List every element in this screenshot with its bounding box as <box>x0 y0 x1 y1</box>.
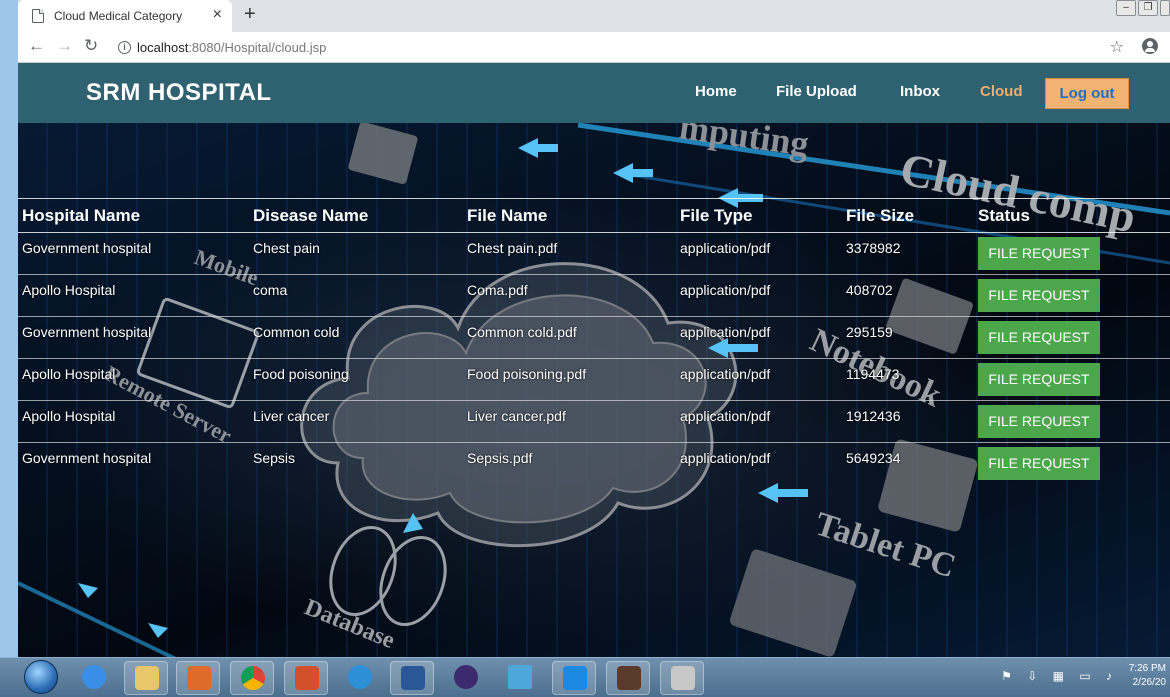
explorer-icon[interactable] <box>124 661 168 695</box>
cell-file-size: 5649234 <box>846 450 901 466</box>
clock[interactable]: 7:26 PM 2/26/20 <box>1129 662 1166 690</box>
table-row: Apollo Hospital coma Coma.pdf applicatio… <box>18 275 1170 317</box>
file-request-button[interactable]: FILE REQUEST <box>978 405 1100 438</box>
cell-hospital: Apollo Hospital <box>22 282 116 298</box>
cell-file-type: application/pdf <box>680 282 771 298</box>
table-header: Hospital Name Disease Name File Name Fil… <box>18 198 1170 233</box>
page: Cloud comp mputing Notebook Tablet PC Da… <box>18 63 1170 660</box>
cell-file-name: Food poisoning.pdf <box>467 366 587 382</box>
table-row: Apollo Hospital Food poisoning Food pois… <box>18 359 1170 401</box>
cell-file-name: Liver cancer.pdf <box>467 408 566 424</box>
file-request-button[interactable]: FILE REQUEST <box>978 363 1100 396</box>
cell-file-name: Sepsis.pdf <box>467 450 533 466</box>
file-request-button[interactable]: FILE REQUEST <box>978 447 1100 480</box>
cell-file-type: application/pdf <box>680 240 771 256</box>
cell-file-size: 1912436 <box>846 408 901 424</box>
window-controls: – ❐ <box>1116 0 1170 16</box>
bg-database-text: Database <box>301 594 399 654</box>
word-icon[interactable] <box>390 661 434 695</box>
nav-inbox[interactable]: Inbox <box>900 83 940 100</box>
taskbar: ⚑ ⇩ ▦ ▭ ♪ 7:26 PM 2/26/20 <box>0 657 1170 697</box>
table-row: Government hospital Sepsis Sepsis.pdf ap… <box>18 443 1170 485</box>
col-file-type: File Type <box>680 206 753 225</box>
file-request-button[interactable]: FILE REQUEST <box>978 321 1100 354</box>
cell-file-type: application/pdf <box>680 450 771 466</box>
page-icon <box>32 9 44 23</box>
close-tab-icon[interactable]: × <box>213 6 222 24</box>
nav-cloud[interactable]: Cloud <box>980 83 1023 100</box>
table-row: Government hospital Common cold Common c… <box>18 317 1170 359</box>
clock-date: 2/26/20 <box>1132 677 1166 688</box>
logout-button[interactable]: Log out <box>1045 78 1129 109</box>
col-disease-name: Disease Name <box>253 206 369 225</box>
cell-disease: coma <box>253 282 288 298</box>
app-icon[interactable] <box>606 661 650 695</box>
cell-file-type: application/pdf <box>680 324 771 340</box>
url-path: :8080/Hospital/cloud.jsp <box>188 40 327 55</box>
cell-hospital: Government hospital <box>22 240 152 256</box>
site-header: SRM HOSPITAL Home File Upload Inbox Clou… <box>18 63 1170 123</box>
forward-icon[interactable]: → <box>56 36 73 56</box>
new-tab-icon[interactable]: + <box>244 3 256 26</box>
media-player-icon[interactable] <box>338 661 382 695</box>
col-status: Status <box>978 206 1030 225</box>
nav-file-upload[interactable]: File Upload <box>776 83 857 100</box>
profile-icon[interactable] <box>1142 38 1158 54</box>
desktop-edge <box>0 0 18 660</box>
cell-hospital: Apollo Hospital <box>22 408 116 424</box>
cell-hospital: Government hospital <box>22 450 152 466</box>
bookmark-star-icon[interactable]: ☆ <box>1110 37 1124 57</box>
clock-time: 7:26 PM <box>1128 663 1166 674</box>
col-file-size: File Size <box>846 206 915 225</box>
paint-icon[interactable] <box>660 661 704 695</box>
cell-file-size: 295159 <box>846 324 893 340</box>
table-row: Apollo Hospital Liver cancer Liver cance… <box>18 401 1170 443</box>
cell-hospital: Government hospital <box>22 324 152 340</box>
browser-tab[interactable]: Cloud Medical Category × <box>18 0 232 32</box>
powerpoint-icon[interactable] <box>284 661 328 695</box>
file-request-button[interactable]: FILE REQUEST <box>978 279 1100 312</box>
system-tray-icons[interactable]: ⚑ ⇩ ▦ ▭ ♪ <box>1001 669 1118 683</box>
cell-file-name: Coma.pdf <box>467 282 528 298</box>
cell-disease: Chest pain <box>253 240 320 256</box>
table-row: Government hospital Chest pain Chest pai… <box>18 233 1170 275</box>
ie-icon[interactable] <box>72 661 116 695</box>
tab-title: Cloud Medical Category <box>54 9 183 23</box>
minimize-icon[interactable]: – <box>1116 0 1136 16</box>
col-hospital-name: Hospital Name <box>22 206 141 225</box>
info-icon[interactable]: i <box>118 41 131 54</box>
cell-hospital: Apollo Hospital <box>22 366 116 382</box>
close-window-icon[interactable] <box>1160 0 1170 16</box>
media-icon[interactable] <box>176 661 220 695</box>
dropbox-icon[interactable] <box>552 661 596 695</box>
lightning-icon[interactable] <box>498 661 542 695</box>
cell-file-size: 1194473 <box>846 366 900 382</box>
cell-disease: Sepsis <box>253 450 296 466</box>
address-bar: ← → ↻ i localhost:8080/Hospital/cloud.js… <box>18 32 1170 63</box>
cell-file-name: Common cold.pdf <box>467 324 577 340</box>
col-file-name: File Name <box>467 206 548 225</box>
browser-tabbar: Cloud Medical Category × + – ❐ <box>18 0 1170 32</box>
back-icon[interactable]: ← <box>28 36 45 56</box>
nav-home[interactable]: Home <box>695 83 737 100</box>
restore-icon[interactable]: ❐ <box>1138 0 1158 16</box>
eclipse-icon[interactable] <box>444 661 488 695</box>
cell-disease: Common cold <box>253 324 340 340</box>
cell-file-type: application/pdf <box>680 408 771 424</box>
cell-disease: Liver cancer <box>253 408 330 424</box>
url-host: localhost <box>137 40 189 55</box>
cell-file-size: 408702 <box>846 282 893 298</box>
chrome-icon[interactable] <box>230 661 274 695</box>
cell-file-size: 3378982 <box>846 240 901 256</box>
cell-disease: Food poisoning <box>253 366 349 382</box>
cell-file-name: Chest pain.pdf <box>467 240 558 256</box>
start-button-icon[interactable] <box>24 660 58 694</box>
file-request-button[interactable]: FILE REQUEST <box>978 237 1100 270</box>
screen: Cloud Medical Category × + – ❐ ← → ↻ i l… <box>0 0 1170 697</box>
brand-title: SRM HOSPITAL <box>86 79 272 106</box>
cell-file-type: application/pdf <box>680 366 771 382</box>
reload-icon[interactable]: ↻ <box>84 36 98 56</box>
url-field[interactable]: i localhost:8080/Hospital/cloud.jsp <box>118 36 1118 59</box>
